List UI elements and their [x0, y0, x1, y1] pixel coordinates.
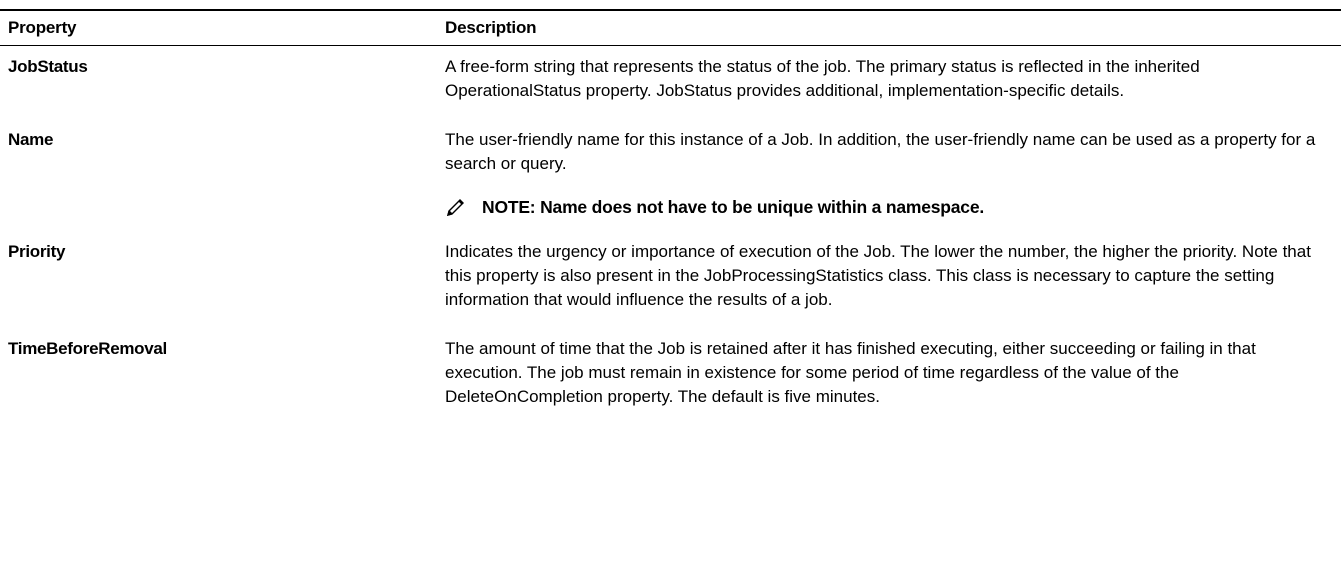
property-name: Priority [8, 242, 66, 261]
pencil-icon [447, 199, 464, 216]
property-name: Name [8, 130, 54, 149]
property-name: JobStatus [8, 57, 88, 76]
property-description: Indicates the urgency or importance of e… [445, 242, 1311, 309]
table-header-rule [0, 45, 1341, 46]
header-description: Description [445, 18, 537, 37]
property-description: The user-friendly name for this instance… [445, 130, 1316, 173]
note-text: NOTE: Name does not have to be unique wi… [482, 196, 985, 217]
table-row: JobStatus A free-form string that repres… [0, 55, 1341, 103]
property-description: The amount of time that the Job is retai… [445, 339, 1256, 406]
table-row: Priority Indicates the urgency or import… [0, 240, 1341, 312]
header-property: Property [8, 18, 77, 37]
property-description: A free-form string that represents the s… [445, 57, 1200, 100]
property-name: TimeBeforeRemoval [8, 339, 167, 358]
table-row: Name The user-friendly name for this ins… [0, 128, 1341, 222]
note-callout: NOTE: Name does not have to be unique wi… [445, 192, 1321, 222]
table-header-row: Property Description [0, 11, 1341, 45]
properties-table: Property Description JobStatus A free-fo… [0, 9, 1341, 409]
table-row: TimeBeforeRemoval The amount of time tha… [0, 337, 1341, 409]
